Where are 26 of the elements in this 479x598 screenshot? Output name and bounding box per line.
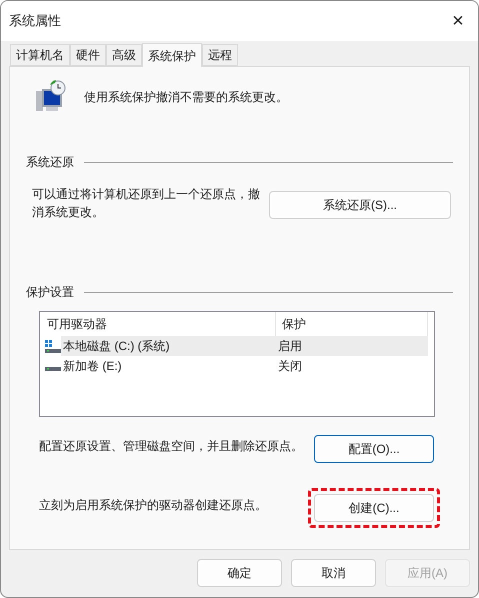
intro-text: 使用系统保护撤消不需要的系统更改。 [84,89,288,106]
tab[interactable]: 计算机名 [10,44,70,66]
drive-name: 本地磁盘 (C:) (系统) [62,338,171,355]
drive-row[interactable]: 本地磁盘 (C:) (系统) 启用 [61,336,428,356]
tab[interactable]: 硬件 [70,44,106,66]
section-heading: 系统还原 [26,154,74,171]
tab[interactable]: 远程 [202,44,238,66]
dialog-button[interactable]: 确定 [197,559,282,587]
action-button[interactable]: 配置(O)... [314,435,434,463]
action-button[interactable]: 系统还原(S)... [269,191,451,219]
drive-name: 新加卷 (E:) [62,358,123,375]
window-title: 系统属性 [9,12,61,30]
action-description: 配置还原设置、管理磁盘空间，并且删除还原点。 [39,438,303,455]
action-button[interactable]: 创建(C)... [314,494,434,522]
tab[interactable]: 系统保护 [142,43,202,67]
action-description: 立刻为启用系统保护的驱动器创建还原点。 [39,497,267,514]
system-drive-icon [45,340,61,352]
drive-icon [45,367,61,371]
drive-row[interactable]: 新加卷 (E:) 关闭 [61,356,428,376]
section-heading: 保护设置 [26,284,74,301]
protection-status: 关闭 [277,358,302,375]
tab[interactable]: 高级 [106,44,142,66]
dialog-button[interactable]: 取消 [291,559,376,587]
protection-status: 启用 [277,338,302,355]
close-button[interactable]: × [446,9,470,33]
restore-description: 可以通过将计算机还原到上一个还原点，撤消系统更改。 [32,186,261,221]
